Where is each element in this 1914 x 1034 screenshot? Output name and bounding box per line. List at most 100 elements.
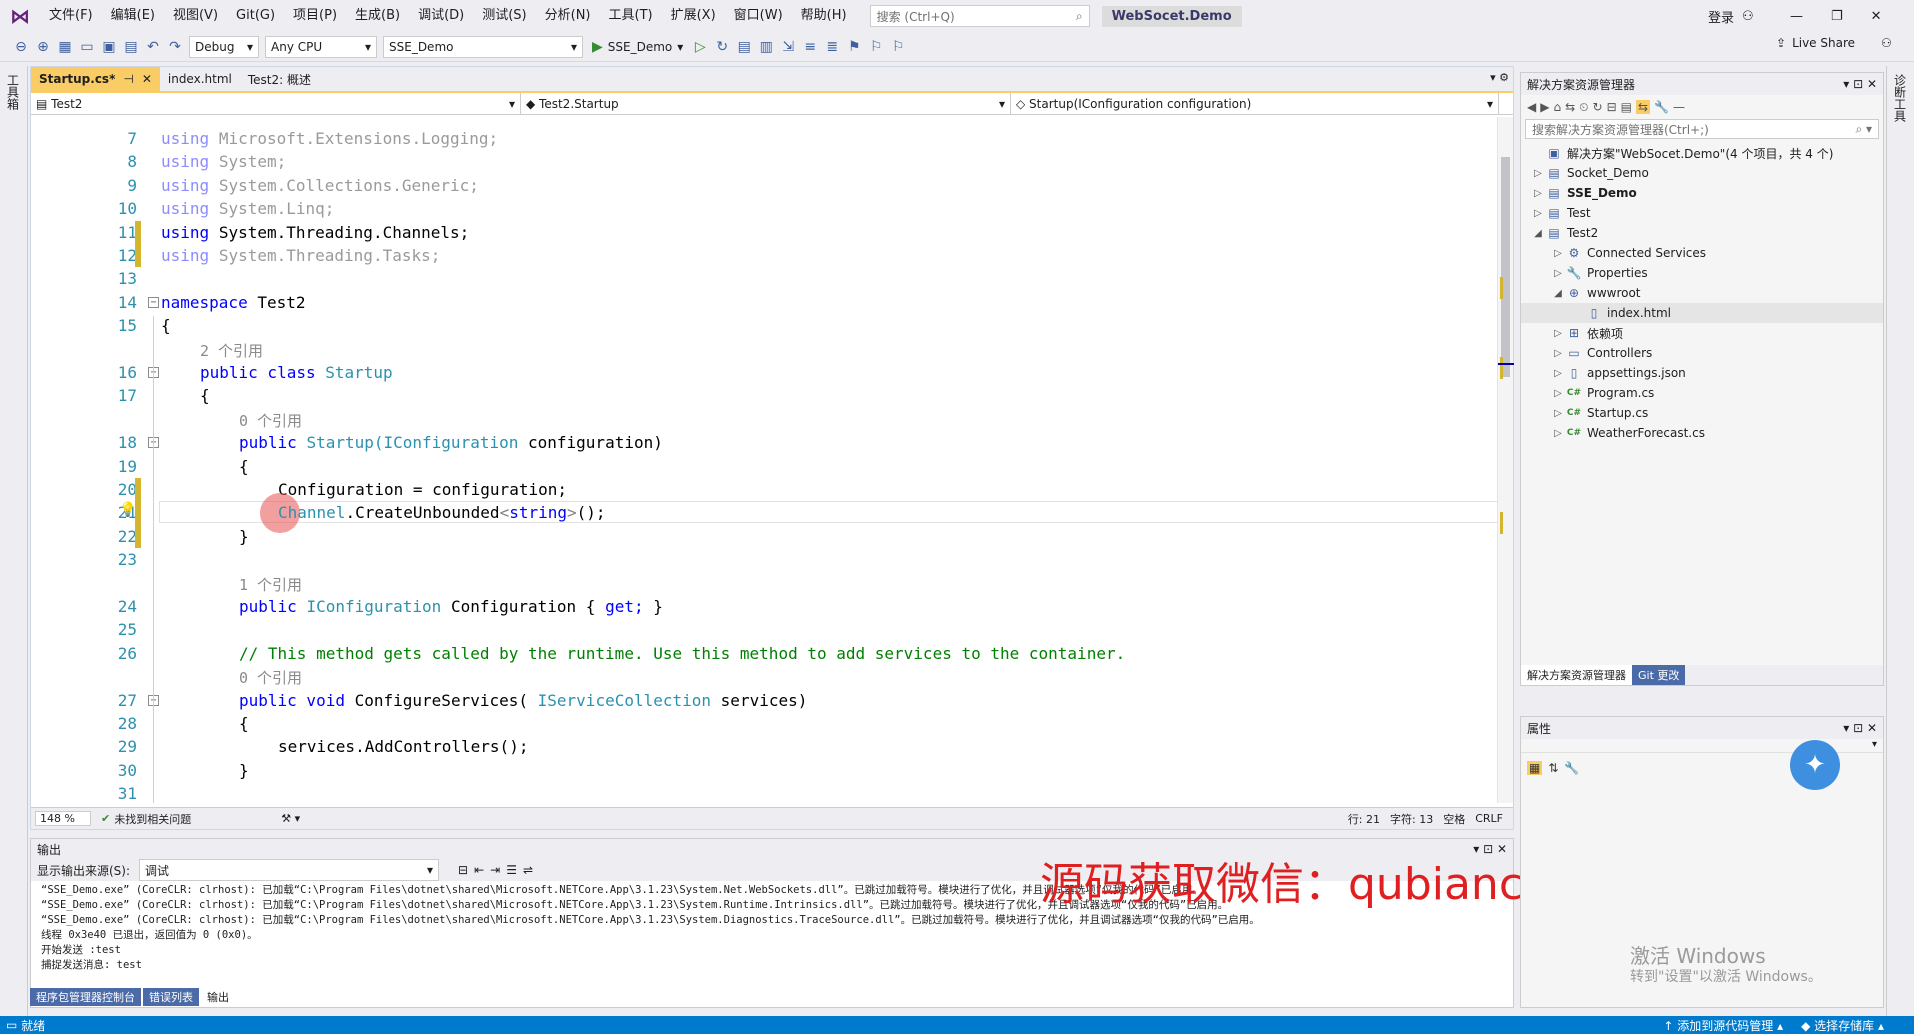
tree-node[interactable]: ◢ ▤ Test2 — [1521, 223, 1883, 243]
bottom-tab[interactable]: 错误列表 — [143, 988, 199, 1006]
tree-node[interactable]: ▷ ▤ SSE_Demo — [1521, 183, 1883, 203]
code-lens[interactable]: 0 个引用 — [239, 667, 302, 688]
menu-item[interactable]: 测试(S) — [473, 0, 535, 32]
vertical-scrollbar[interactable] — [1497, 117, 1514, 803]
expand-arrow-icon[interactable]: ▷ — [1551, 248, 1565, 259]
preview-icon[interactable]: ⇆ — [1636, 100, 1651, 114]
forward-icon[interactable]: ⊕ — [32, 36, 54, 58]
login-link[interactable]: 登录 — [1708, 7, 1734, 26]
platform-select[interactable]: Any CPU ▾ — [265, 35, 377, 58]
tree-node[interactable]: ▷ ⚙ Connected Services — [1521, 243, 1883, 263]
whitespace-indicator[interactable]: 空格 — [1443, 811, 1465, 827]
output-source-select[interactable]: 调试 ▾ — [139, 859, 440, 881]
comment-icon[interactable]: ≣ — [821, 36, 843, 58]
line-ending-indicator[interactable]: CRLF — [1475, 812, 1503, 825]
menu-item[interactable]: 窗口(W) — [725, 0, 792, 32]
minimize-icon[interactable]: — — [1790, 9, 1803, 24]
collapse-all-icon[interactable]: ⊟ — [1607, 100, 1617, 114]
forward-icon[interactable]: ▶ — [1540, 100, 1549, 114]
browse-icon[interactable]: ▤ — [733, 36, 755, 58]
clear-all-icon[interactable]: ☰ — [506, 863, 517, 877]
panel-controls[interactable]: ▾ ⊡ ✕ — [1843, 77, 1877, 91]
save-icon[interactable]: ▣ — [98, 36, 120, 58]
minus-icon[interactable]: — — [1673, 100, 1685, 114]
tree-node[interactable]: ▷ 🔧 Properties — [1521, 263, 1883, 283]
tree-node[interactable]: ▷ ▤ Test — [1521, 203, 1883, 223]
account-icon[interactable]: ⚇ — [1742, 9, 1754, 24]
menu-item[interactable]: 分析(N) — [536, 0, 600, 32]
menu-item[interactable]: 项目(P) — [284, 0, 346, 32]
menu-item[interactable]: 视图(V) — [164, 0, 227, 32]
expand-arrow-icon[interactable]: ▷ — [1551, 348, 1565, 359]
expand-arrow-icon[interactable]: ▷ — [1531, 168, 1545, 179]
code-lens[interactable]: 0 个引用 — [239, 410, 302, 431]
expand-arrow-icon[interactable]: ▷ — [1551, 408, 1565, 419]
hot-reload-icon[interactable]: ↻ — [711, 36, 733, 58]
save-all-icon[interactable]: ▤ — [120, 36, 142, 58]
startup-project-select[interactable]: SSE_Demo ▾ — [383, 35, 583, 58]
panel-tab[interactable]: 解决方案资源管理器 — [1521, 665, 1632, 685]
panel-controls[interactable]: ▾ ⊡ ✕ — [1843, 721, 1877, 735]
bookmark-next-icon[interactable]: ⚐ — [887, 36, 909, 58]
diagnostics-tab[interactable]: 诊断工具 — [1893, 74, 1909, 122]
feedback-icon[interactable]: ⚇ — [1881, 36, 1892, 50]
configuration-select[interactable]: Debug ▾ — [189, 35, 259, 58]
menu-item[interactable]: 文件(F) — [40, 0, 102, 32]
tree-node[interactable]: ◢ ⊕ wwwroot — [1521, 283, 1883, 303]
pending-changes-icon[interactable]: ⏲ — [1579, 100, 1588, 115]
prev-message-icon[interactable]: ⇤ — [474, 863, 484, 877]
step-icon[interactable]: ⇲ — [777, 36, 799, 58]
tree-node[interactable]: ▯ index.html — [1521, 303, 1883, 323]
open-file-icon[interactable]: ▭ — [76, 36, 98, 58]
start-without-debugging-icon[interactable]: ▷ — [689, 36, 711, 58]
categorized-icon[interactable]: ▦ — [1527, 761, 1543, 775]
tree-node[interactable]: ▷ C# Program.cs — [1521, 383, 1883, 403]
tree-node[interactable]: ▷ ▯ appsettings.json — [1521, 363, 1883, 383]
properties-icon[interactable]: 🔧 — [1654, 100, 1669, 114]
select-repo-button[interactable]: ◆ 选择存储库 ▴ — [1801, 1017, 1884, 1034]
code-lens[interactable]: 2 个引用 — [200, 340, 263, 361]
code-lens[interactable]: 1 个引用 — [239, 574, 302, 595]
expand-arrow-icon[interactable]: ▷ — [1551, 388, 1565, 399]
project-nav-dropdown[interactable]: ▤ Test2 ▾ — [31, 93, 521, 115]
back-icon[interactable]: ⊖ — [10, 36, 32, 58]
class-nav-dropdown[interactable]: ◆ Test2.Startup ▾ — [521, 93, 1011, 115]
sync-icon[interactable]: ↻ — [1593, 100, 1603, 114]
word-wrap-icon[interactable]: ⇌ — [523, 863, 533, 877]
property-pages-icon[interactable]: 🔧 — [1564, 761, 1579, 775]
live-share-button[interactable]: ⇪ Live Share ⚇ — [1776, 36, 1892, 50]
layout-icon[interactable]: ▥ — [755, 36, 777, 58]
expand-arrow-icon[interactable]: ◢ — [1531, 228, 1545, 239]
search-box[interactable]: 搜索 (Ctrl+Q) ⌕ — [869, 5, 1090, 27]
expand-arrow-icon[interactable]: ▷ — [1531, 188, 1545, 199]
menu-item[interactable]: 工具(T) — [600, 0, 662, 32]
home-icon[interactable]: ⌂ — [1553, 100, 1561, 114]
expand-arrow-icon[interactable]: ▷ — [1531, 208, 1545, 219]
doc-tab[interactable]: index.html — [160, 67, 240, 91]
expand-arrow-icon[interactable]: ▷ — [1551, 428, 1565, 439]
find-message-icon[interactable]: ⊟ — [458, 863, 468, 877]
tree-node[interactable]: ▷ ▭ Controllers — [1521, 343, 1883, 363]
add-to-source-control-button[interactable]: ↑ 添加到源代码管理 ▴ — [1663, 1017, 1783, 1034]
redo-icon[interactable]: ↷ — [164, 36, 186, 58]
menu-item[interactable]: 帮助(H) — [792, 0, 856, 32]
solution-search-box[interactable]: 搜索解决方案资源管理器(Ctrl+;) ⌕ ▾ — [1525, 119, 1879, 139]
tree-node[interactable]: ▷ C# WeatherForecast.cs — [1521, 423, 1883, 443]
tree-node[interactable]: ▷ ⊞ 依赖项 — [1521, 323, 1883, 343]
scrollbar-thumb[interactable] — [1501, 157, 1510, 377]
menu-item[interactable]: 扩展(X) — [662, 0, 725, 32]
doc-tab[interactable]: Test2: 概述 — [240, 67, 319, 91]
bottom-tab[interactable]: 输出 — [201, 988, 235, 1006]
switch-views-icon[interactable]: ⇆ — [1565, 100, 1575, 114]
quick-actions-icon[interactable]: ⚒ ▾ — [281, 812, 300, 825]
member-nav-dropdown[interactable]: ◇ Startup(IConfiguration configuration) … — [1011, 93, 1499, 115]
menu-item[interactable]: 编辑(E) — [102, 0, 164, 32]
code-area[interactable]: 7 using Microsoft.Extensions.Logging; 8 usi… — [31, 117, 1499, 803]
toolbox-tab[interactable]: 工具箱 — [6, 74, 22, 110]
indent-icon[interactable]: ≡ — [799, 36, 821, 58]
bookmark-prev-icon[interactable]: ⚐ — [865, 36, 887, 58]
bottom-tab[interactable]: 程序包管理器控制台 — [30, 988, 141, 1006]
menu-item[interactable]: 调试(D) — [409, 0, 473, 32]
close-window-icon[interactable]: ✕ — [1871, 9, 1882, 24]
bookmark-icon[interactable]: ⚑ — [843, 36, 865, 58]
